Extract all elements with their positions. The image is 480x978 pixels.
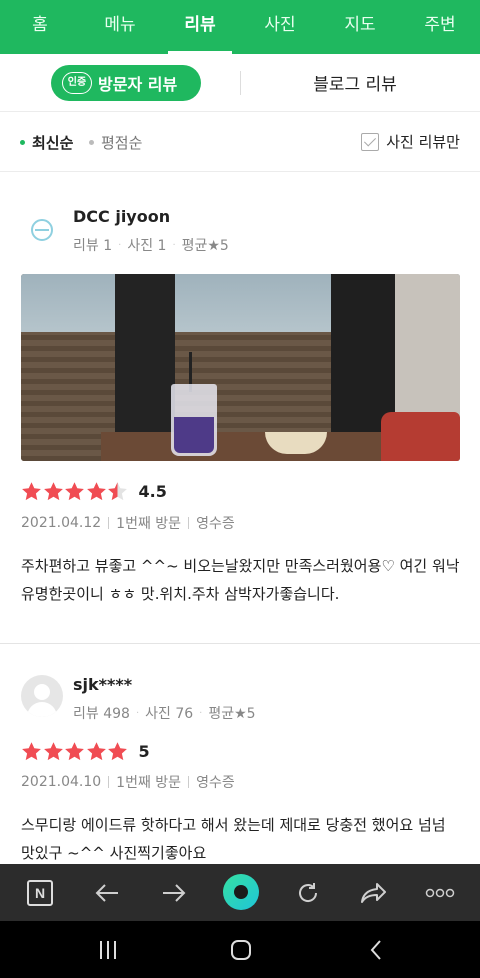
back-button[interactable] — [91, 877, 123, 909]
home-icon — [231, 940, 251, 960]
tab-map[interactable]: 지도 — [320, 0, 400, 54]
selected-dot-icon — [20, 140, 25, 145]
refresh-button[interactable] — [292, 877, 324, 909]
review-text[interactable]: 주차편하고 뷰좋고 ^^~ 비오는날왔지만 만족스러웠어용♡ 여긴 워낙 유명한… — [21, 552, 461, 608]
tab-nearby[interactable]: 주변 — [400, 0, 480, 54]
home-button[interactable] — [227, 937, 255, 963]
star-icon — [86, 742, 106, 761]
certified-badge-icon: 인증 — [62, 72, 92, 94]
default-profile-icon — [34, 684, 50, 700]
star-icon — [86, 482, 106, 501]
chevron-left-icon — [370, 940, 381, 960]
tab-home[interactable]: 홈 — [0, 0, 80, 54]
reviewer-name[interactable]: DCC jiyoon — [73, 207, 170, 226]
visit-count: 1번째 방문 — [116, 775, 182, 791]
stat-separator: · — [199, 707, 203, 719]
review-photo[interactable] — [21, 274, 460, 461]
sort-bar: 최신순 평점순 사진 리뷰만 — [0, 112, 480, 172]
rating-value: 4.5 — [138, 482, 167, 501]
reviewer-name[interactable]: sjk**** — [73, 675, 132, 694]
recent-apps-icon — [100, 941, 116, 959]
star-rating — [21, 481, 129, 502]
review-count: 리뷰 1 — [73, 238, 113, 254]
rating-value: 5 — [138, 742, 150, 761]
photo-table — [101, 432, 401, 461]
type-divider — [240, 71, 241, 95]
star-icon — [22, 482, 41, 501]
photo-review-only-label: 사진 리뷰만 — [386, 133, 460, 151]
meta-divider — [108, 517, 110, 529]
naver-n-icon: N — [27, 880, 53, 906]
average-rating: 평균★5 — [181, 238, 229, 254]
forward-arrow-icon — [163, 884, 186, 902]
receipt-tag: 영수증 — [196, 775, 235, 791]
tab-photo[interactable]: 사진 — [240, 0, 320, 54]
star-icon — [108, 482, 127, 501]
browser-toolbar: N — [0, 864, 480, 921]
star-icon — [65, 742, 84, 761]
recent-apps-button[interactable] — [94, 937, 122, 963]
star-icon — [108, 742, 127, 761]
review-item: DCC jiyoon 리뷰 1 · 사진 1 · 평균★5 4.5 2021.0… — [0, 172, 480, 644]
reviewer-stats: 리뷰 1 · 사진 1 · 평균★5 — [73, 235, 229, 255]
sort-rating-label: 평점순 — [101, 134, 143, 152]
unselected-dot-icon — [89, 140, 94, 145]
star-rating — [21, 741, 129, 762]
system-nav-bar — [0, 921, 480, 978]
system-back-button[interactable] — [362, 937, 390, 963]
stat-separator: · — [118, 239, 122, 251]
refresh-icon — [299, 883, 318, 902]
photo-count: 사진 1 — [127, 238, 167, 254]
more-icon — [425, 888, 455, 898]
sort-latest-option[interactable]: 최신순 — [20, 132, 73, 153]
visit-date: 2021.04.10 — [21, 774, 102, 790]
tab-menu[interactable]: 메뉴 — [80, 0, 160, 54]
visitor-review-label: 방문자 리뷰 — [98, 75, 178, 94]
meta-divider — [188, 776, 190, 788]
rating-row: 5 — [21, 741, 150, 762]
average-rating: 평균★5 — [208, 706, 256, 722]
review-count: 리뷰 498 — [73, 706, 130, 722]
blog-review-button[interactable]: 블로그 리뷰 — [300, 70, 410, 95]
star-icon — [43, 742, 63, 761]
share-icon — [361, 883, 386, 903]
naver-home-button[interactable]: N — [24, 877, 56, 909]
stat-separator: · — [172, 239, 176, 251]
review-item: sjk**** 리뷰 498 · 사진 76 · 평균★5 5 2021.04.… — [0, 645, 480, 865]
reviewer-stats: 리뷰 498 · 사진 76 · 평균★5 — [73, 703, 256, 723]
avatar[interactable] — [21, 675, 63, 717]
star-icon — [65, 482, 84, 501]
receipt-tag: 영수증 — [196, 516, 235, 532]
tab-review[interactable]: 리뷰 — [160, 0, 240, 54]
checkbox-icon[interactable] — [361, 132, 380, 151]
photo-bag — [381, 412, 460, 461]
review-text[interactable]: 스무디랑 에이드류 핫하다고 해서 왔는데 제대로 당충전 했어요 넘넘 맛있구… — [21, 811, 461, 867]
green-dot-icon[interactable] — [223, 874, 259, 910]
sort-latest-label: 최신순 — [32, 134, 74, 152]
star-icon — [43, 482, 63, 501]
stat-separator: · — [135, 707, 140, 719]
photo-drink-cup — [171, 384, 217, 456]
photo-count: 사진 76 — [145, 706, 194, 722]
photo-review-only-toggle[interactable]: 사진 리뷰만 — [361, 131, 460, 152]
sort-rating-option[interactable]: 평점순 — [89, 132, 142, 153]
star-icon — [22, 742, 41, 761]
review-type-bar: 인증 방문자 리뷰 블로그 리뷰 — [0, 54, 480, 112]
meta-divider — [108, 776, 110, 788]
more-button[interactable] — [424, 877, 456, 909]
back-arrow-icon — [95, 884, 118, 902]
share-button[interactable] — [358, 877, 390, 909]
meta-divider — [188, 517, 190, 529]
top-tab-bar: 홈 메뉴 리뷰 사진 지도 주변 — [0, 0, 480, 54]
visit-date: 2021.04.12 — [21, 515, 102, 531]
forward-button[interactable] — [158, 877, 190, 909]
review-meta: 2021.04.12 1번째 방문 영수증 — [21, 513, 235, 533]
review-meta: 2021.04.10 1번째 방문 영수증 — [21, 772, 235, 792]
rating-row: 4.5 — [21, 481, 167, 502]
avatar[interactable] — [21, 209, 63, 251]
visit-count: 1번째 방문 — [116, 516, 182, 532]
visitor-review-button[interactable]: 인증 방문자 리뷰 — [51, 65, 201, 101]
profile-logo-icon — [31, 219, 53, 241]
